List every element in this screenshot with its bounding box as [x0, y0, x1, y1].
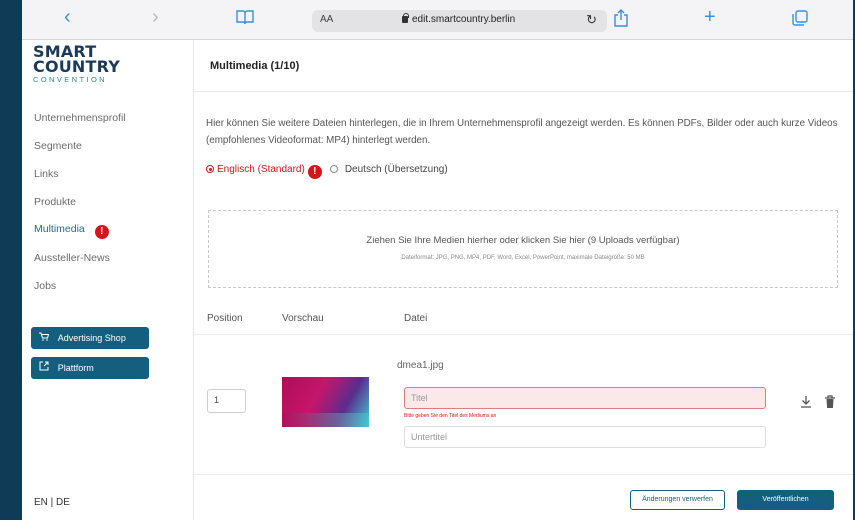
sidebar-item-unternehmensprofil[interactable]: Unternehmensprofil — [34, 112, 126, 124]
external-link-icon — [39, 361, 52, 374]
logo[interactable]: SMART COUNTRY CONVENTION — [33, 44, 121, 85]
position-input[interactable]: 1 — [207, 389, 246, 413]
radio-english-label: Englisch (Standard) — [217, 164, 305, 175]
dropzone-text: Ziehen Sie Ihre Medien hierher oder klic… — [366, 235, 680, 246]
back-icon[interactable]: ‹ — [64, 7, 71, 27]
address-bar[interactable]: AA edit.smartcountry.berlin ↻ — [312, 10, 607, 32]
divider — [194, 334, 853, 335]
preview-thumbnail — [282, 377, 369, 427]
advertising-shop-label: Advertising Shop — [57, 333, 126, 343]
browser-toolbar: ‹ › AA edit.smartcountry.berlin ↻ + — [22, 0, 853, 40]
sidebar-item-multimedia[interactable]: Multimedia! — [34, 223, 109, 239]
language-radio-group: Englisch (Standard)! Deutsch (Übersetzung… — [206, 164, 448, 179]
radio-german[interactable]: Deutsch (Übersetzung) — [329, 164, 448, 175]
warning-badge: ! — [307, 165, 322, 179]
reload-icon[interactable]: ↻ — [586, 12, 597, 28]
dropzone-format-hint: Dateiformat: JPG, PNG, MP4, PDF, Word, E… — [401, 255, 645, 261]
language-switcher[interactable]: EN | DE — [34, 497, 70, 508]
divider — [194, 474, 853, 475]
main-content: Multimedia (1/10) Hier können Sie weiter… — [194, 40, 853, 520]
subtitle-input[interactable]: Untertitel — [404, 426, 766, 448]
text-size-button[interactable]: AA — [320, 14, 333, 25]
sidebar-item-jobs[interactable]: Jobs — [34, 280, 56, 292]
platform-label: Plattform — [57, 363, 94, 373]
title-bar: Multimedia (1/10) — [194, 40, 853, 92]
radio-german-label: Deutsch (Übersetzung) — [344, 164, 448, 175]
sidebar-item-segmente[interactable]: Segmente — [34, 140, 82, 152]
sidebar-item-aussteller-news[interactable]: Aussteller-News — [34, 252, 110, 264]
lock-icon — [402, 13, 409, 23]
page-title: Multimedia (1/10) — [210, 60, 300, 72]
new-tab-icon[interactable]: + — [704, 7, 716, 27]
description: Hier können Sie weitere Dateien hinterle… — [206, 118, 838, 146]
logo-line-3: CONVENTION — [33, 75, 108, 84]
logo-line-2: COUNTRY — [33, 57, 121, 76]
title-error-message: Bitte geben Sie den Titel des Mediums an — [404, 413, 497, 419]
share-icon[interactable] — [614, 9, 628, 33]
advertising-shop-button[interactable]: Advertising Shop — [31, 327, 149, 349]
radio-english[interactable]: Englisch (Standard) — [206, 164, 305, 175]
column-header-position: Position — [207, 313, 243, 324]
sidebar-item-produkte[interactable]: Produkte — [34, 196, 76, 208]
column-header-file: Datei — [404, 313, 428, 324]
radio-button[interactable] — [329, 165, 338, 173]
download-icon[interactable] — [800, 395, 812, 411]
forward-icon[interactable]: › — [152, 7, 159, 27]
upload-dropzone[interactable]: Ziehen Sie Ihre Medien hierher oder klic… — [208, 210, 838, 288]
book-icon[interactable] — [236, 9, 254, 31]
title-input[interactable]: Titel — [404, 387, 766, 409]
cart-icon — [39, 332, 52, 344]
warning-badge: ! — [94, 225, 109, 239]
sidebar-item-links[interactable]: Links — [34, 168, 59, 180]
radio-button[interactable] — [206, 165, 214, 173]
platform-button[interactable]: Plattform — [31, 357, 149, 379]
sidebar: SMART COUNTRY CONVENTION Unternehmenspro… — [22, 40, 194, 520]
url-text: edit.smartcountry.berlin — [412, 14, 516, 25]
sidebar-item-label: Multimedia — [34, 223, 85, 235]
column-header-preview: Vorschau — [282, 313, 324, 324]
discard-changes-button[interactable]: Änderungen verwerfen — [630, 490, 725, 510]
trash-icon[interactable] — [824, 395, 836, 409]
tabs-icon[interactable] — [792, 10, 808, 32]
file-name: dmea1.jpg — [397, 360, 444, 371]
publish-button[interactable]: Veröffentlichen — [737, 490, 834, 510]
